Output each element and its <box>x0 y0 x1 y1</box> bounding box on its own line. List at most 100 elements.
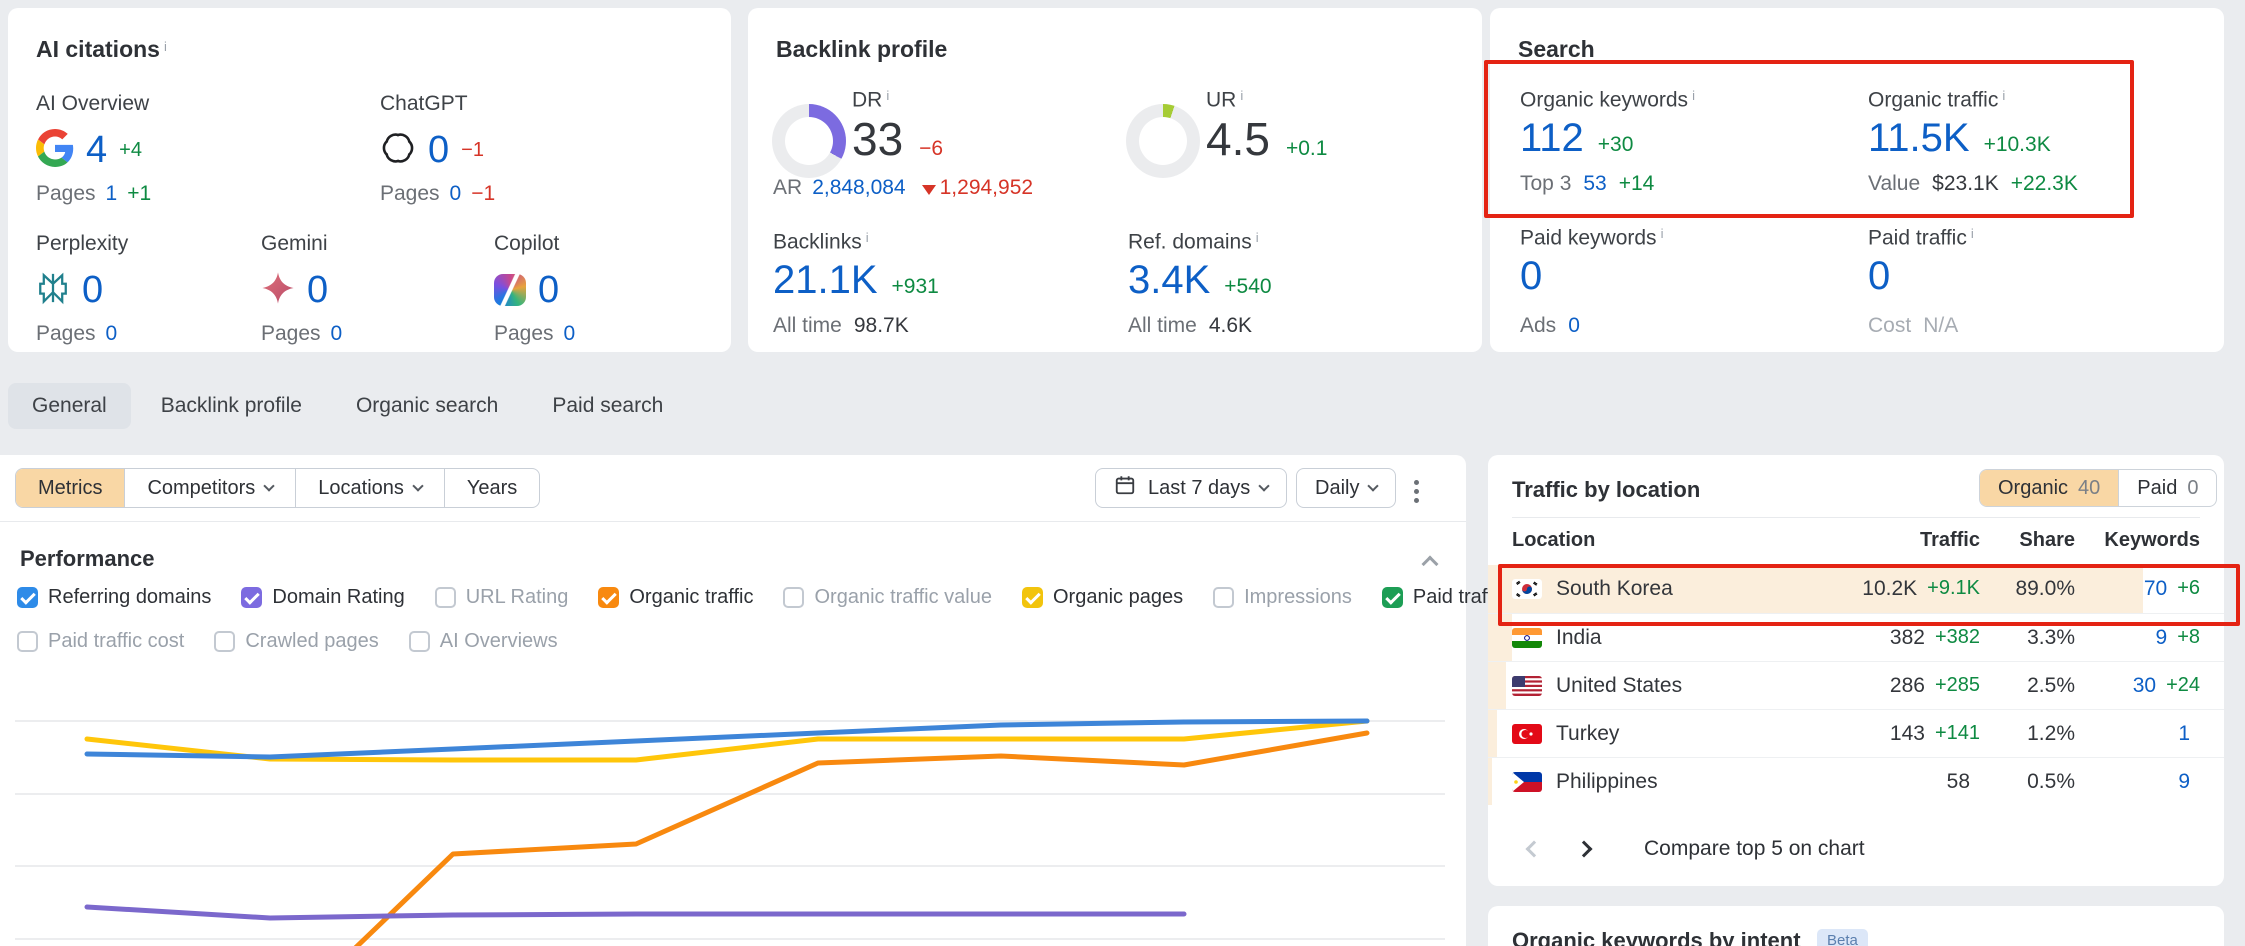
ref-domains-delta: +540 <box>1224 275 1271 299</box>
date-range-dropdown[interactable]: Last 7 days <box>1095 468 1287 508</box>
keywords-value[interactable]: 9 <box>2156 626 2168 650</box>
table-row-philippines[interactable]: Philippines 58 0.5% 9 <box>1488 757 2224 805</box>
performance-chart[interactable] <box>0 690 1466 946</box>
table-row-united-states[interactable]: United States 286+285 2.5% 30+24 <box>1488 661 2224 709</box>
gemini-label: Gemini <box>261 232 342 256</box>
checkbox-checked[interactable] <box>17 587 38 608</box>
ai-citations-title: AI citations <box>36 36 160 62</box>
traffic-by-location-card: Traffic by location Organic40 Paid0 Loca… <box>1488 455 2224 886</box>
checkbox-unchecked[interactable] <box>17 631 38 652</box>
col-location[interactable]: Location <box>1512 529 1810 552</box>
checkbox-checked[interactable] <box>1022 587 1043 608</box>
organic-toggle[interactable]: Organic40 <box>1980 470 2118 506</box>
organic-keywords-delta: +30 <box>1598 133 1634 157</box>
traffic-value: 286 <box>1890 674 1925 698</box>
series-domain-rating-line <box>87 907 1184 918</box>
info-icon[interactable]: i <box>164 39 167 54</box>
share-bar <box>1488 614 1512 661</box>
info-icon[interactable]: i <box>866 230 869 245</box>
traffic-value: 143 <box>1890 722 1925 746</box>
keywords-value[interactable]: 1 <box>2178 722 2190 746</box>
gemini-value[interactable]: 0 <box>307 269 328 312</box>
keywords-value[interactable]: 30 <box>2133 674 2156 698</box>
info-icon[interactable]: i <box>1256 230 1259 245</box>
keywords-value[interactable]: 9 <box>2178 770 2190 794</box>
years-button[interactable]: Years <box>445 469 539 507</box>
keywords-delta: +6 <box>2177 577 2200 601</box>
checkbox-unchecked[interactable] <box>214 631 235 652</box>
col-share[interactable]: Share <box>1980 529 2075 552</box>
metric-organic-pages[interactable]: Organic pages <box>1022 586 1183 609</box>
dr-value: 33 <box>852 112 903 166</box>
info-icon[interactable]: i <box>1692 88 1695 103</box>
col-traffic[interactable]: Traffic <box>1810 529 1980 552</box>
chatgpt-value[interactable]: 0 <box>428 129 449 172</box>
pages-value[interactable]: 0 <box>450 182 462 206</box>
metric-url-rating[interactable]: URL Rating <box>435 586 569 609</box>
top3-value[interactable]: 53 <box>1583 172 1606 196</box>
prev-page-chevron-icon[interactable] <box>1526 841 1543 858</box>
location-table: South Korea 10.2K+9.1K 89.0% 70+6 India … <box>1488 565 2224 805</box>
tab-general[interactable]: General <box>8 383 131 429</box>
metric-ai-overviews[interactable]: AI Overviews <box>409 630 558 653</box>
paid-traffic-value[interactable]: 0 <box>1868 254 1890 298</box>
info-icon[interactable]: i <box>1661 226 1664 241</box>
keywords-value[interactable]: 70 <box>2144 577 2167 601</box>
ads-value[interactable]: 0 <box>1568 314 1580 338</box>
next-page-chevron-icon[interactable] <box>1576 841 1593 858</box>
organic-traffic-value[interactable]: 11.5K <box>1868 116 1970 161</box>
metric-impressions[interactable]: Impressions <box>1213 586 1352 609</box>
backlinks-value[interactable]: 21.1K <box>773 258 878 303</box>
perplexity-value[interactable]: 0 <box>82 269 103 312</box>
table-row-india[interactable]: India 382+382 3.3% 9+8 <box>1488 613 2224 661</box>
share-value: 0.5% <box>1980 770 2075 794</box>
more-options-kebab-icon[interactable] <box>1408 474 1425 509</box>
metric-organic-traffic-value[interactable]: Organic traffic value <box>783 586 992 609</box>
copilot-value[interactable]: 0 <box>538 269 559 312</box>
checkbox-checked[interactable] <box>241 587 262 608</box>
traffic-delta: +141 <box>1935 722 1980 746</box>
table-row-south-korea[interactable]: South Korea 10.2K+9.1K 89.0% 70+6 <box>1488 565 2224 613</box>
organic-keywords-value[interactable]: 112 <box>1520 116 1584 161</box>
paid-keywords-value[interactable]: 0 <box>1520 254 1542 298</box>
checkbox-unchecked[interactable] <box>435 587 456 608</box>
ai-overview-value[interactable]: 4 <box>86 129 107 172</box>
south-korea-flag-icon <box>1512 579 1542 599</box>
paid-toggle[interactable]: Paid0 <box>2118 470 2216 506</box>
info-icon[interactable]: i <box>2002 88 2005 103</box>
compare-top5-link[interactable]: Compare top 5 on chart <box>1644 837 1865 861</box>
alltime-value: 4.6K <box>1209 314 1252 338</box>
pages-value[interactable]: 0 <box>564 322 576 346</box>
checkbox-checked[interactable] <box>1382 587 1403 608</box>
ar-label: AR <box>773 176 802 200</box>
checkbox-unchecked[interactable] <box>409 631 430 652</box>
granularity-dropdown[interactable]: Daily <box>1296 468 1396 508</box>
pages-value[interactable]: 0 <box>331 322 343 346</box>
metric-referring-domains[interactable]: Referring domains <box>17 586 211 609</box>
metric-domain-rating[interactable]: Domain Rating <box>241 586 404 609</box>
metric-paid-traffic-cost[interactable]: Paid traffic cost <box>17 630 184 653</box>
calendar-icon <box>1114 474 1136 502</box>
info-icon[interactable]: i <box>1240 88 1243 103</box>
info-icon[interactable]: i <box>886 88 889 103</box>
tab-backlink-profile[interactable]: Backlink profile <box>137 383 326 429</box>
backlink-profile-card: Backlink profile DRi 33 −6 AR 2,848,084 … <box>748 8 1482 352</box>
pages-value[interactable]: 0 <box>106 322 118 346</box>
checkbox-unchecked[interactable] <box>1213 587 1234 608</box>
col-keywords[interactable]: Keywords <box>2075 529 2200 552</box>
table-row-turkey[interactable]: Turkey 143+141 1.2% 1 <box>1488 709 2224 757</box>
ar-value[interactable]: 2,848,084 <box>812 176 905 200</box>
checkbox-checked[interactable] <box>598 587 619 608</box>
metric-organic-traffic[interactable]: Organic traffic <box>598 586 753 609</box>
pages-value[interactable]: 1 <box>106 182 118 206</box>
locations-dropdown[interactable]: Locations <box>296 469 445 507</box>
competitors-dropdown[interactable]: Competitors <box>125 469 296 507</box>
checkbox-unchecked[interactable] <box>783 587 804 608</box>
metrics-button[interactable]: Metrics <box>16 469 125 507</box>
metric-crawled-pages[interactable]: Crawled pages <box>214 630 378 653</box>
tab-organic-search[interactable]: Organic search <box>332 383 522 429</box>
chatgpt-delta: −1 <box>461 139 484 162</box>
ref-domains-value[interactable]: 3.4K <box>1128 258 1210 303</box>
info-icon[interactable]: i <box>1971 226 1974 241</box>
tab-paid-search[interactable]: Paid search <box>528 383 687 429</box>
